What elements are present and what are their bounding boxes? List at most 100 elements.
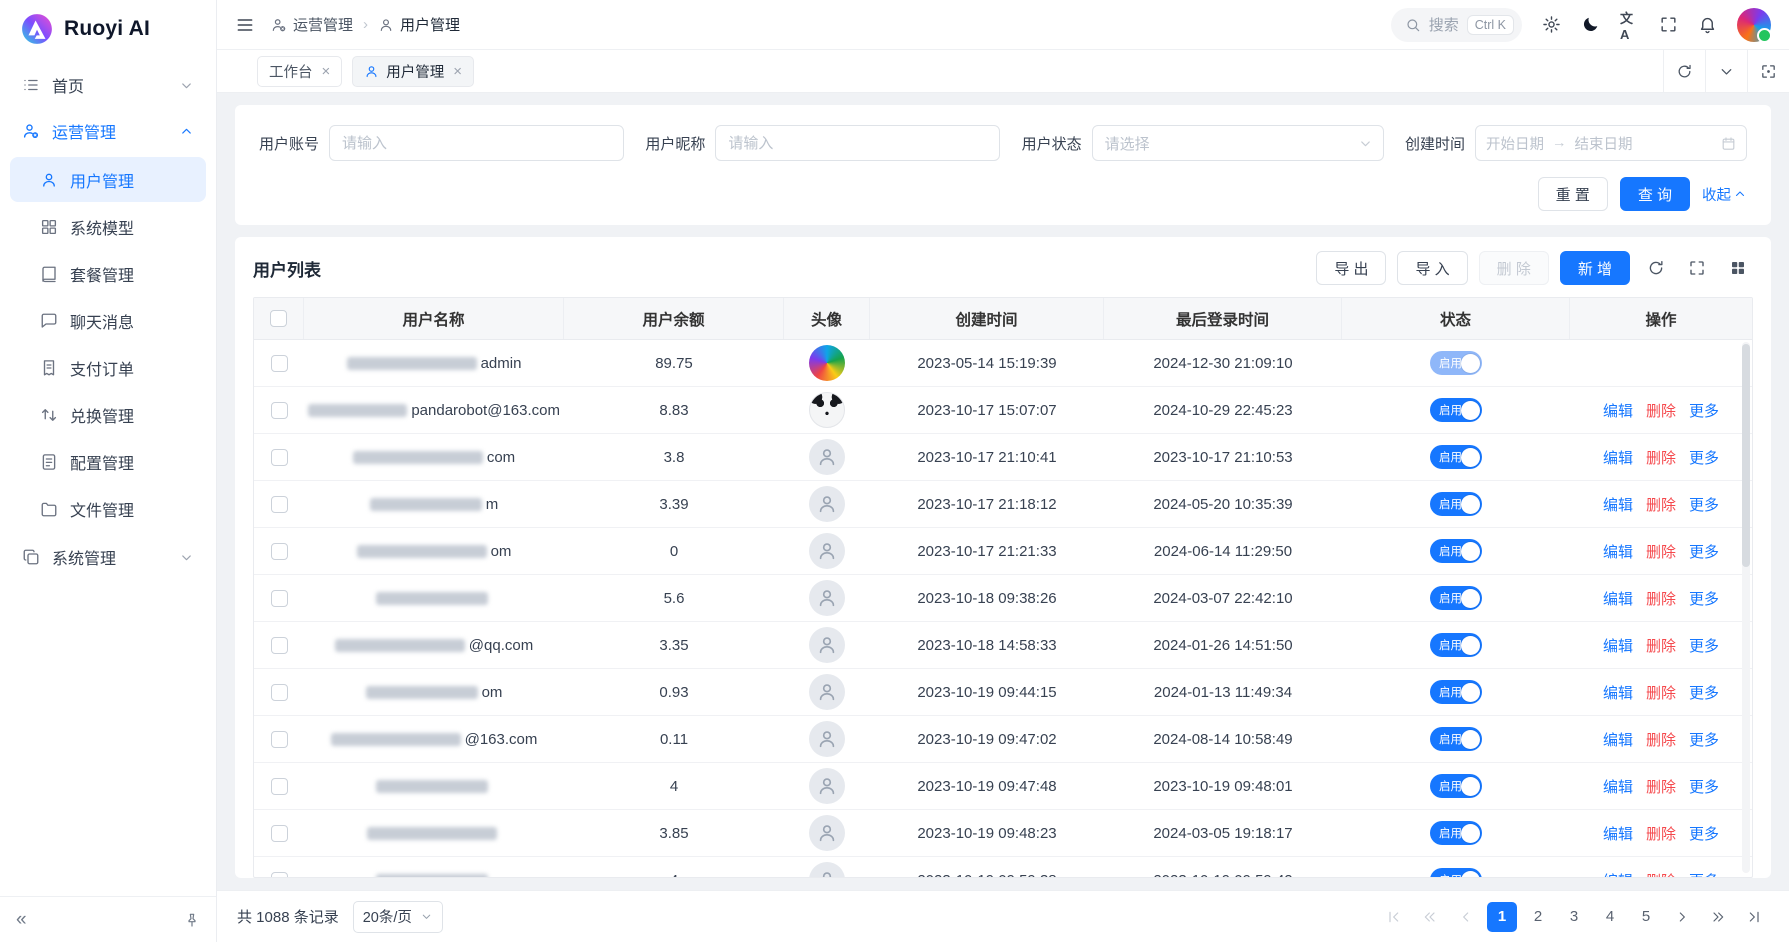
delete-link[interactable]: 删除 <box>1646 494 1676 515</box>
status-toggle[interactable]: 启用 <box>1430 633 1482 657</box>
add-button[interactable]: 新 增 <box>1560 251 1630 285</box>
more-link[interactable]: 更多 <box>1689 400 1719 421</box>
close-tab-icon[interactable]: × <box>453 64 462 79</box>
more-link[interactable]: 更多 <box>1689 635 1719 656</box>
scrollbar-thumb[interactable] <box>1742 344 1750 567</box>
status-select[interactable]: 请选择 <box>1092 125 1384 161</box>
status-toggle[interactable]: 启用 <box>1430 398 1482 422</box>
page-2[interactable]: 2 <box>1523 902 1553 932</box>
user-avatar[interactable] <box>1737 8 1771 42</box>
sidebar-item-chat[interactable]: 聊天消息 <box>10 298 206 343</box>
breadcrumb-user-management[interactable]: 用户管理 <box>378 14 460 35</box>
maximize-content-icon[interactable] <box>1747 50 1789 92</box>
language-icon[interactable]: 文A <box>1620 15 1639 34</box>
status-toggle[interactable]: 启用 <box>1430 351 1482 375</box>
edit-link[interactable]: 编辑 <box>1603 635 1633 656</box>
edit-link[interactable]: 编辑 <box>1603 823 1633 844</box>
global-search[interactable]: 搜索 Ctrl K <box>1391 8 1522 42</box>
edit-link[interactable]: 编辑 <box>1603 588 1633 609</box>
status-toggle[interactable]: 启用 <box>1430 445 1482 469</box>
page-3[interactable]: 3 <box>1559 902 1589 932</box>
dark-mode-icon[interactable] <box>1581 15 1600 34</box>
app-logo[interactable]: Ruoyi AI <box>0 0 216 58</box>
edit-link[interactable]: 编辑 <box>1603 729 1633 750</box>
settings-gear-icon[interactable] <box>1542 15 1561 34</box>
import-button[interactable]: 导 入 <box>1397 251 1467 285</box>
delete-link[interactable]: 删除 <box>1646 776 1676 797</box>
row-checkbox[interactable] <box>271 825 288 842</box>
status-toggle[interactable]: 启用 <box>1430 821 1482 845</box>
notifications-bell-icon[interactable] <box>1698 15 1717 34</box>
sidebar-item-order[interactable]: 支付订单 <box>10 345 206 390</box>
edit-link[interactable]: 编辑 <box>1603 447 1633 468</box>
column-settings-icon[interactable] <box>1723 253 1753 283</box>
row-checkbox[interactable] <box>271 684 288 701</box>
more-link[interactable]: 更多 <box>1689 447 1719 468</box>
sidebar-item-person[interactable]: 用户管理 <box>10 157 206 202</box>
first-page-icon[interactable] <box>1379 902 1409 932</box>
status-toggle[interactable]: 启用 <box>1430 727 1482 751</box>
status-toggle[interactable]: 启用 <box>1430 539 1482 563</box>
delete-link[interactable]: 删除 <box>1646 635 1676 656</box>
more-link[interactable]: 更多 <box>1689 494 1719 515</box>
edit-link[interactable]: 编辑 <box>1603 682 1633 703</box>
delete-link[interactable]: 删除 <box>1646 447 1676 468</box>
row-checkbox[interactable] <box>271 355 288 372</box>
edit-link[interactable]: 编辑 <box>1603 400 1633 421</box>
query-button[interactable]: 查 询 <box>1620 177 1690 211</box>
edit-link[interactable]: 编辑 <box>1603 541 1633 562</box>
reset-button[interactable]: 重 置 <box>1538 177 1608 211</box>
row-checkbox[interactable] <box>271 543 288 560</box>
select-all-checkbox[interactable] <box>270 310 287 327</box>
last-page-icon[interactable] <box>1739 902 1769 932</box>
sidebar-item-config[interactable]: 配置管理 <box>10 439 206 484</box>
collapse-filter-link[interactable]: 收起 <box>1702 184 1747 205</box>
page-5[interactable]: 5 <box>1631 902 1661 932</box>
row-checkbox[interactable] <box>271 872 288 878</box>
delete-link[interactable]: 删除 <box>1646 541 1676 562</box>
status-toggle[interactable]: 启用 <box>1430 680 1482 704</box>
status-toggle[interactable]: 启用 <box>1430 492 1482 516</box>
row-checkbox[interactable] <box>271 778 288 795</box>
tab-workbench[interactable]: 工作台 × <box>257 56 342 87</box>
sidebar-item-package[interactable]: 套餐管理 <box>10 251 206 296</box>
row-checkbox[interactable] <box>271 449 288 466</box>
more-link[interactable]: 更多 <box>1689 776 1719 797</box>
page-1[interactable]: 1 <box>1487 902 1517 932</box>
delete-link[interactable]: 删除 <box>1646 588 1676 609</box>
row-checkbox[interactable] <box>271 496 288 513</box>
next-page-icon[interactable] <box>1667 902 1697 932</box>
delete-link[interactable]: 删除 <box>1646 682 1676 703</box>
refresh-table-icon[interactable] <box>1641 253 1671 283</box>
more-link[interactable]: 更多 <box>1689 729 1719 750</box>
breadcrumb-operations[interactable]: 运营管理 <box>271 14 353 35</box>
row-checkbox[interactable] <box>271 402 288 419</box>
pin-icon[interactable] <box>184 912 200 928</box>
status-toggle[interactable]: 启用 <box>1430 774 1482 798</box>
account-input[interactable] <box>329 125 624 161</box>
fullscreen-table-icon[interactable] <box>1682 253 1712 283</box>
export-button[interactable]: 导 出 <box>1316 251 1386 285</box>
page-size-select[interactable]: 20条/页 <box>353 901 443 933</box>
edit-link[interactable]: 编辑 <box>1603 494 1633 515</box>
delete-link[interactable]: 删除 <box>1646 870 1676 878</box>
row-checkbox[interactable] <box>271 731 288 748</box>
refresh-page-icon[interactable] <box>1663 50 1705 92</box>
sidebar-item-model[interactable]: 系统模型 <box>10 204 206 249</box>
delete-link[interactable]: 删除 <box>1646 729 1676 750</box>
collapse-sidebar-button[interactable]: « <box>16 910 27 929</box>
sidebar-item-system[interactable]: 系统管理 <box>10 534 206 580</box>
edit-link[interactable]: 编辑 <box>1603 870 1633 878</box>
more-link[interactable]: 更多 <box>1689 588 1719 609</box>
date-range-picker[interactable]: 开始日期 → 结束日期 <box>1475 125 1747 161</box>
delete-button[interactable]: 删 除 <box>1479 251 1549 285</box>
previous-page-icon[interactable] <box>1451 902 1481 932</box>
tab-menu-chevron-icon[interactable] <box>1705 50 1747 92</box>
sidebar-item-exchange[interactable]: 兑换管理 <box>10 392 206 437</box>
sidebar-item-folder[interactable]: 文件管理 <box>10 486 206 531</box>
nickname-input[interactable] <box>715 125 1000 161</box>
status-toggle[interactable]: 启用 <box>1430 868 1482 877</box>
more-link[interactable]: 更多 <box>1689 541 1719 562</box>
delete-link[interactable]: 删除 <box>1646 400 1676 421</box>
row-checkbox[interactable] <box>271 637 288 654</box>
